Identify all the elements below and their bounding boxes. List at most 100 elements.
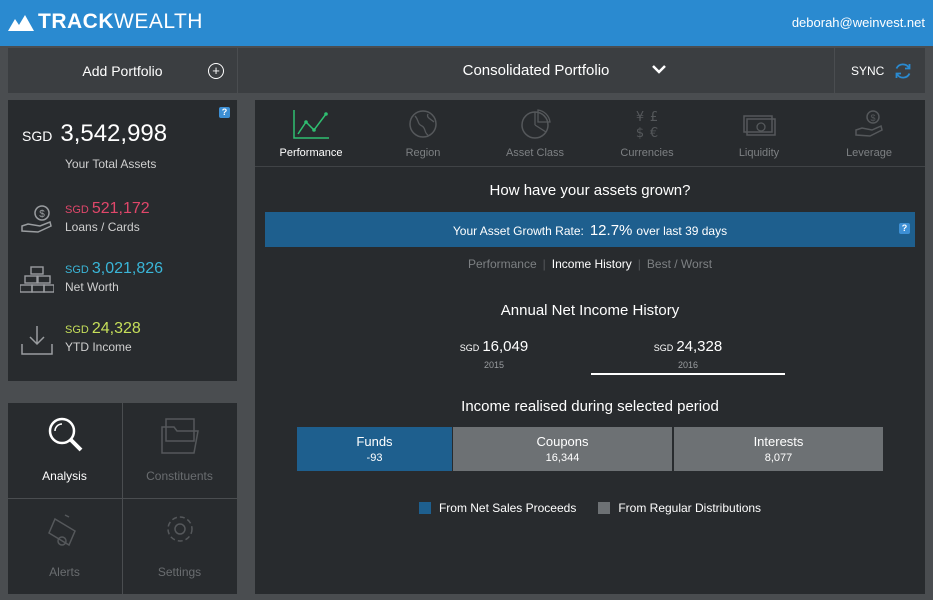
tab-label: Performance xyxy=(279,147,343,159)
help-icon[interactable]: ? xyxy=(219,107,230,118)
currency-symbols-icon: ¥ £ $ € xyxy=(636,110,658,140)
loans-cards-label: Loans / Cards xyxy=(65,220,140,234)
svg-text:¥: ¥ xyxy=(636,110,644,125)
net-worth-item[interactable]: SGD 3,021,826 Net Worth xyxy=(8,260,237,310)
plus-icon: + xyxy=(208,63,224,79)
ytd-income-amount: 24,328 xyxy=(91,320,141,337)
main-panel: Performance Region Asset Class ¥ £ $ € C… xyxy=(255,100,925,594)
legend-item: From Net Sales Proceeds xyxy=(418,501,577,515)
brand-name-light: WEALTH xyxy=(114,10,203,33)
funds-segment[interactable]: Funds -93 xyxy=(297,427,452,471)
legend-label: From Net Sales Proceeds xyxy=(438,501,577,515)
brand-logo[interactable]: TRACK WEALTH xyxy=(8,10,203,34)
coupons-segment[interactable]: Coupons 16,344 xyxy=(453,427,672,471)
tab-asset-class[interactable]: Asset Class xyxy=(480,100,590,166)
portfolio-bar: Add Portfolio + Consolidated Portfolio S… xyxy=(0,46,933,94)
year-income-value: SGD 16,049 xyxy=(397,338,591,355)
analysis-label: Analysis xyxy=(42,469,87,483)
year-2016-item[interactable]: SGD 24,328 2016 xyxy=(591,338,785,370)
legend-swatch xyxy=(598,502,611,514)
loans-cards-item[interactable]: $ SGD 521,172 Loans / Cards xyxy=(8,200,237,250)
growth-rate-banner: Your Asset Growth Rate: 12.7% over last 39… xyxy=(265,212,915,247)
bell-icon xyxy=(48,514,76,547)
gear-icon xyxy=(167,516,193,542)
tab-performance[interactable]: Performance xyxy=(256,100,366,166)
loans-cards-currency: SGD xyxy=(65,204,89,216)
tab-label: Liquidity xyxy=(738,147,780,159)
loans-cards-amount: 521,172 xyxy=(91,200,150,217)
money-hand-icon: $ xyxy=(21,205,52,233)
constituents-button[interactable]: Constituents xyxy=(123,403,236,497)
sync-label: SYNC xyxy=(851,64,885,78)
net-worth-amount: 3,021,826 xyxy=(91,260,164,277)
net-worth-label: Net Worth xyxy=(65,280,119,294)
year-currency: SGD xyxy=(653,343,674,353)
tab-liquidity[interactable]: Liquidity xyxy=(704,100,814,166)
year-label: 2016 xyxy=(677,360,699,370)
subtab-income-history[interactable]: Income History xyxy=(552,257,632,271)
subtab-performance[interactable]: Performance xyxy=(468,257,537,271)
annual-income-title: Annual Net Income History xyxy=(500,302,680,319)
interests-segment[interactable]: Interests 8,077 xyxy=(674,427,883,471)
tab-label: Asset Class xyxy=(505,147,565,159)
tab-label: Leverage xyxy=(846,147,892,159)
svg-text:£: £ xyxy=(650,110,658,125)
help-icon[interactable]: ? xyxy=(899,223,910,234)
growth-rate-value: 12.7% xyxy=(589,222,633,239)
year-amount: 24,328 xyxy=(676,338,723,355)
segment-name: Coupons xyxy=(536,434,589,449)
legend-swatch xyxy=(418,502,431,514)
sync-button[interactable]: SYNC xyxy=(835,48,925,93)
segment-value: -93 xyxy=(366,452,383,464)
hand-coin-icon: $ xyxy=(855,110,883,137)
growth-rate-label: Your Asset Growth Rate: xyxy=(452,224,584,238)
segment-name: Funds xyxy=(356,434,393,449)
net-worth-value: SGD 3,021,826 xyxy=(65,260,163,278)
sync-icon xyxy=(895,63,911,79)
income-realised-title: Income realised during selected period xyxy=(461,398,719,415)
analysis-button[interactable]: Analysis xyxy=(8,403,121,497)
tab-label: Currencies xyxy=(620,147,674,159)
assets-summary-panel: ? SGD 3,542,998 Your Total Assets $ SGD 5… xyxy=(8,100,237,381)
segment-value: 8,077 xyxy=(764,452,793,464)
svg-text:$: $ xyxy=(636,126,644,140)
add-portfolio-button[interactable]: Add Portfolio + xyxy=(8,48,237,93)
download-tray-icon xyxy=(21,326,53,355)
portfolio-name: Consolidated Portfolio xyxy=(462,62,610,79)
subtab-best-worst[interactable]: Best / Worst xyxy=(647,257,712,271)
cash-icon xyxy=(743,115,776,136)
portfolio-dropdown[interactable]: Consolidated Portfolio xyxy=(238,48,834,93)
net-worth-currency: SGD xyxy=(65,264,89,276)
top-bar: TRACK WEALTH deborah@weinvest.net xyxy=(0,0,933,46)
line-chart-icon xyxy=(293,110,329,139)
tab-currencies[interactable]: ¥ £ $ € Currencies xyxy=(592,100,702,166)
segment-value: 16,344 xyxy=(545,452,580,464)
constituents-label: Constituents xyxy=(146,469,213,483)
user-email[interactable]: deborah@weinvest.net xyxy=(792,15,925,30)
tab-label: Region xyxy=(405,147,441,159)
subtab-separator: | xyxy=(637,257,641,271)
brand-name-bold: TRACK xyxy=(38,10,114,33)
settings-button[interactable]: Settings xyxy=(123,499,236,593)
folder-icon xyxy=(161,418,199,454)
total-assets-value: SGD 3,542,998 xyxy=(22,120,167,148)
ytd-income-value: SGD 24,328 xyxy=(65,320,141,338)
ytd-income-label: YTD Income xyxy=(65,340,132,354)
svg-text:$: $ xyxy=(870,113,875,123)
year-currency: SGD xyxy=(459,343,480,353)
tab-leverage[interactable]: $ Leverage xyxy=(814,100,924,166)
ytd-income-item[interactable]: SGD 24,328 YTD Income xyxy=(8,320,237,370)
total-assets-amount: 3,542,998 xyxy=(60,120,168,147)
add-portfolio-label: Add Portfolio xyxy=(82,62,163,79)
alerts-button[interactable]: Alerts xyxy=(8,499,121,593)
year-amount: 16,049 xyxy=(482,338,529,355)
chevron-down-icon xyxy=(652,65,666,74)
alerts-label: Alerts xyxy=(49,565,80,579)
total-assets-currency: SGD xyxy=(22,128,53,144)
income-breakdown-bar: Funds -93 Coupons 16,344 Interests 8,077 xyxy=(297,427,883,471)
logo-mountain-icon xyxy=(8,15,34,31)
year-2015-item[interactable]: SGD 16,049 2015 xyxy=(397,338,591,370)
tab-region[interactable]: Region xyxy=(368,100,478,166)
selected-year-indicator xyxy=(591,373,785,375)
section-question: How have your assets grown? xyxy=(489,182,691,199)
